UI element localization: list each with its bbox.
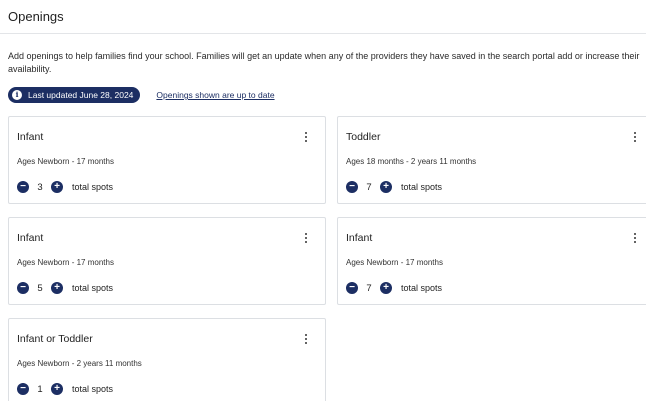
card-title: Infant (17, 131, 44, 143)
decrease-button[interactable]: − (17, 181, 29, 193)
increase-button[interactable]: + (51, 282, 63, 294)
last-updated-badge: i Last updated June 28, 2024 (8, 87, 141, 103)
status-row: i Last updated June 28, 2024 Openings sh… (8, 87, 275, 103)
card-title: Infant (346, 232, 373, 244)
page-description: Add openings to help families find your … (8, 51, 640, 74)
more-options-icon[interactable] (303, 233, 309, 243)
card-title: Toddler (346, 131, 381, 143)
decrease-button[interactable]: − (346, 181, 358, 193)
opening-card: Infant or Toddler Ages Newborn - 2 years… (8, 318, 326, 401)
card-ages: Ages Newborn - 2 years 11 months (17, 359, 142, 368)
spots-counter: − 3 + total spots (17, 180, 113, 194)
spots-count: 7 (366, 282, 372, 294)
opening-card: Infant Ages Newborn - 17 months − 5 + to… (8, 217, 326, 305)
last-updated-text: Last updated June 28, 2024 (28, 90, 134, 100)
openings-page: Openings Add openings to help families f… (0, 0, 646, 401)
card-title: Infant or Toddler (17, 333, 93, 345)
spots-count: 3 (37, 181, 43, 193)
more-options-icon[interactable] (303, 132, 309, 142)
page-header: Openings (0, 0, 646, 34)
decrease-button[interactable]: − (17, 282, 29, 294)
card-title: Infant (17, 232, 44, 244)
page-title: Openings (8, 9, 64, 24)
openings-up-to-date-link[interactable]: Openings shown are up to date (156, 90, 274, 100)
more-options-icon[interactable] (632, 132, 638, 142)
card-ages: Ages Newborn - 17 months (346, 258, 443, 267)
decrease-button[interactable]: − (346, 282, 358, 294)
spots-label: total spots (401, 283, 443, 293)
increase-button[interactable]: + (380, 181, 392, 193)
spots-counter: − 7 + total spots (346, 281, 442, 295)
card-ages: Ages Newborn - 17 months (17, 157, 114, 166)
more-options-icon[interactable] (303, 334, 309, 344)
spots-count: 5 (37, 282, 43, 294)
opening-card: Toddler Ages 18 months - 2 years 11 mont… (337, 116, 646, 204)
spots-counter: − 1 + total spots (17, 382, 113, 396)
spots-count: 7 (366, 181, 372, 193)
spots-label: total spots (72, 283, 114, 293)
spots-label: total spots (401, 182, 443, 192)
spots-label: total spots (72, 182, 114, 192)
opening-card: Infant Ages Newborn - 17 months − 7 + to… (337, 217, 646, 305)
increase-button[interactable]: + (380, 282, 392, 294)
increase-button[interactable]: + (51, 383, 63, 395)
spots-count: 1 (37, 383, 43, 395)
opening-card: Infant Ages Newborn - 17 months − 3 + to… (8, 116, 326, 204)
card-ages: Ages Newborn - 17 months (17, 258, 114, 267)
spots-counter: − 7 + total spots (346, 180, 442, 194)
card-ages: Ages 18 months - 2 years 11 months (346, 157, 477, 166)
increase-button[interactable]: + (51, 181, 63, 193)
spots-counter: − 5 + total spots (17, 281, 113, 295)
info-icon: i (12, 90, 22, 100)
spots-label: total spots (72, 384, 114, 394)
decrease-button[interactable]: − (17, 383, 29, 395)
more-options-icon[interactable] (632, 233, 638, 243)
